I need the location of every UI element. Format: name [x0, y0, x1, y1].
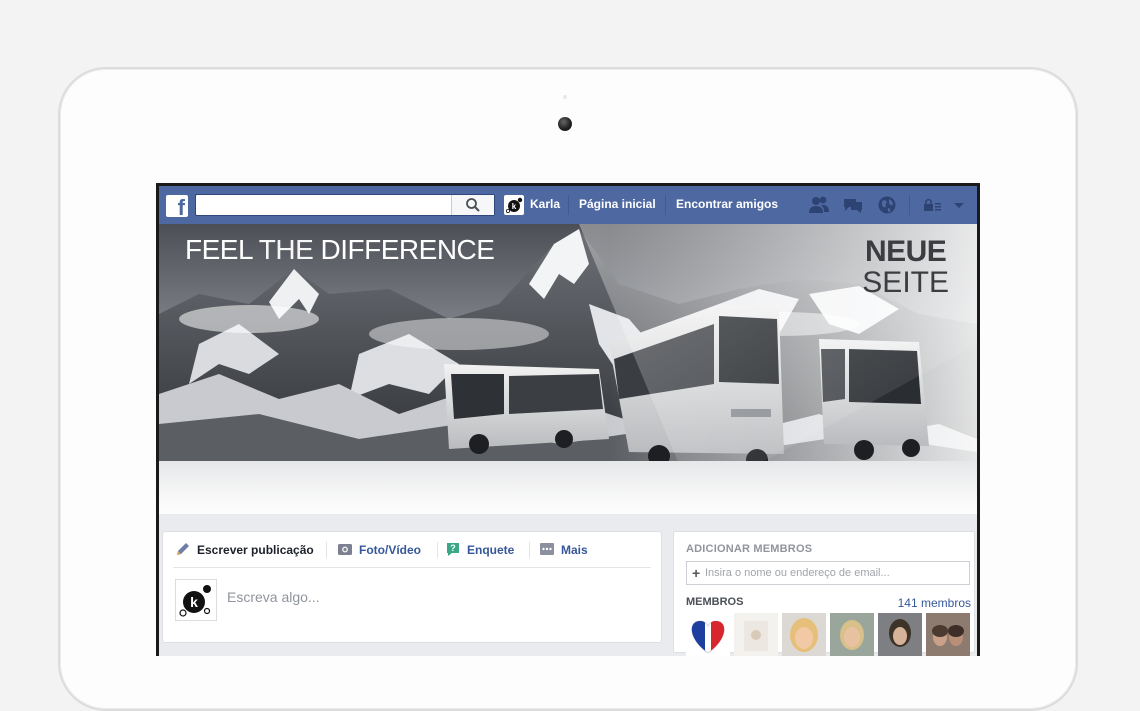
- tablet-camera: [558, 117, 572, 131]
- member-avatar[interactable]: [686, 613, 730, 656]
- nav-find-friends-link[interactable]: Encontrar amigos: [676, 197, 778, 211]
- cover-headline: FEEL THE DIFFERENCE: [185, 234, 495, 266]
- more-icon: [540, 543, 554, 555]
- svg-text:k: k: [512, 202, 517, 211]
- nav-home-link[interactable]: Página inicial: [579, 197, 656, 211]
- add-members-input[interactable]: + Insira o nome ou endereço de email...: [686, 561, 970, 585]
- cover-bottom-fade: [159, 461, 977, 514]
- member-avatar[interactable]: [830, 613, 874, 656]
- member-avatar[interactable]: [782, 613, 826, 656]
- nav-divider: [909, 195, 910, 215]
- plus-icon: +: [692, 565, 701, 581]
- notifications-globe-icon[interactable]: [876, 195, 898, 215]
- sensor-dot: [563, 95, 567, 99]
- cover-badge: NEUE SEITE: [862, 236, 949, 298]
- members-count-link[interactable]: 141 membros: [898, 596, 971, 610]
- search-button[interactable]: [451, 195, 494, 215]
- account-menu-chevron-icon[interactable]: [948, 195, 970, 215]
- tablet-screen: f k Karla Página inicial Encontrar amigo…: [156, 183, 980, 656]
- badge-line-1: NEUE: [864, 235, 947, 268]
- tab-poll[interactable]: ? Enquete: [447, 543, 514, 557]
- poll-icon: ?: [447, 543, 459, 556]
- privacy-lock-icon[interactable]: [922, 195, 944, 215]
- camera-icon: [338, 544, 352, 555]
- tab-divider: [326, 542, 327, 558]
- tab-photo-video[interactable]: Foto/Vídeo: [338, 543, 421, 557]
- headline-word: FEEL: [185, 234, 259, 265]
- nav-divider: [568, 195, 569, 215]
- members-label: MEMBROS: [686, 596, 744, 608]
- tabs-underline: [173, 567, 651, 568]
- svg-text:?: ?: [450, 543, 456, 553]
- composer-input[interactable]: Escreva algo...: [227, 589, 320, 605]
- post-composer: Escrever publicação Foto/Vídeo ? Enquete: [162, 531, 662, 643]
- add-members-placeholder: Insira o nome ou endereço de email...: [705, 567, 890, 579]
- search-input[interactable]: [195, 194, 495, 216]
- member-avatar[interactable]: [878, 613, 922, 656]
- facebook-logo[interactable]: f: [166, 195, 188, 217]
- badge-line-2: SEITE: [862, 266, 949, 299]
- svg-text:k: k: [190, 594, 198, 610]
- cover-photo: FEEL THE DIFFERENCE NEUE SEITE: [159, 224, 977, 514]
- user-avatar[interactable]: k: [504, 195, 524, 215]
- facebook-top-bar: f k Karla Página inicial Encontrar amigo…: [159, 186, 977, 225]
- add-members-title: ADICIONAR MEMBROS: [686, 543, 813, 555]
- search-icon: [466, 198, 480, 212]
- headline-word: THE: [258, 234, 321, 265]
- member-avatar[interactable]: [734, 613, 778, 656]
- members-panel: ADICIONAR MEMBROS + Insira o nome ou end…: [673, 531, 975, 656]
- composer-avatar: k: [175, 579, 217, 621]
- nav-divider: [665, 195, 666, 215]
- bus-left: [444, 364, 609, 454]
- member-avatar[interactable]: [926, 613, 970, 656]
- pencil-icon: [177, 543, 189, 555]
- nav-profile-link[interactable]: Karla: [530, 197, 560, 211]
- tab-write-post[interactable]: Escrever publicação: [177, 543, 314, 557]
- tab-more[interactable]: Mais: [540, 543, 588, 557]
- messages-icon[interactable]: [842, 195, 864, 215]
- tab-divider: [529, 542, 530, 558]
- headline-word: DIFFERENCE: [320, 234, 495, 265]
- composer-tabs: Escrever publicação Foto/Vídeo ? Enquete: [163, 532, 661, 568]
- friend-requests-icon[interactable]: [808, 195, 830, 215]
- tab-divider: [437, 542, 438, 558]
